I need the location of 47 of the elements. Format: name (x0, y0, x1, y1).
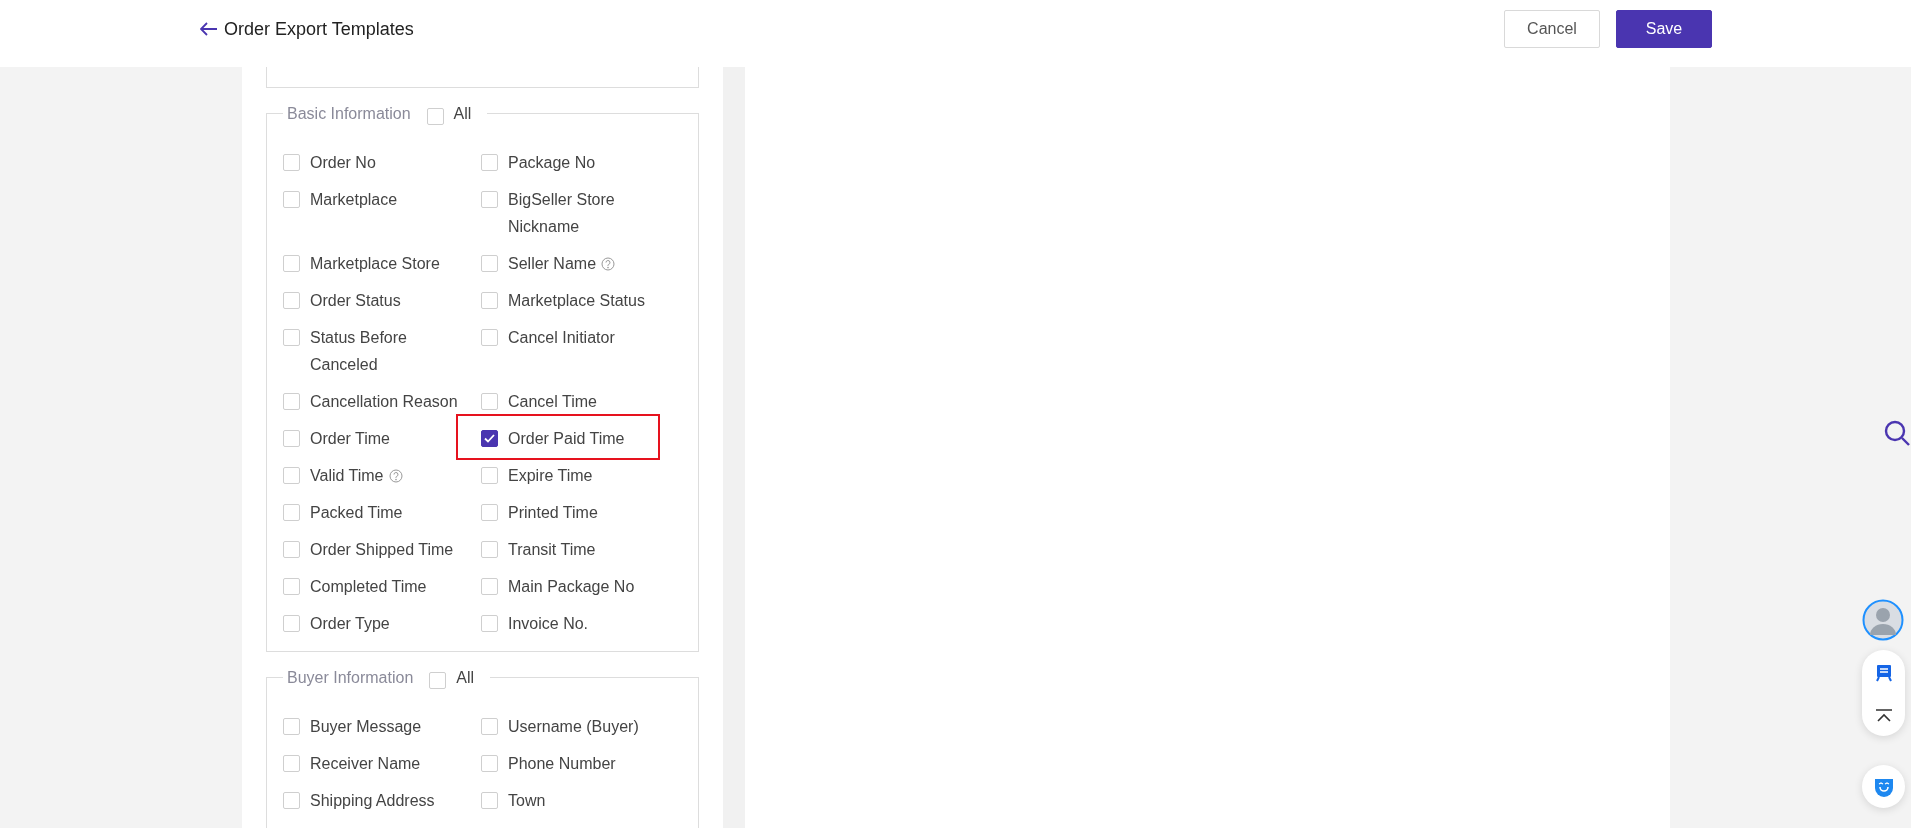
checkbox-label[interactable]: Order Type (310, 610, 390, 637)
checkbox-label[interactable]: Valid Time (310, 462, 403, 489)
checkbox-label[interactable]: BigSeller Store Nickname (508, 186, 690, 240)
checkbox-label[interactable]: Order Paid Time (508, 425, 625, 452)
checkbox-label[interactable]: Expire Time (508, 462, 593, 489)
checkbox-label[interactable]: Packed Time (310, 499, 403, 526)
checkbox-label[interactable]: Completed Time (310, 573, 427, 600)
checkbox-label[interactable]: Order No (310, 149, 376, 176)
board-icon[interactable] (1873, 663, 1894, 683)
checkbox-label[interactable]: Order Shipped Time (310, 536, 454, 563)
checkbox-label[interactable]: Status Before Canceled (310, 324, 473, 378)
checkbox-label[interactable]: Main Package No (508, 573, 635, 600)
checkbox-label[interactable]: Printed Time (508, 499, 598, 526)
search-icon[interactable] (1884, 420, 1911, 447)
checkbox-label[interactable]: Package No (508, 149, 596, 176)
checkbox-label[interactable]: All (453, 100, 472, 127)
back-to-top-icon[interactable] (1874, 709, 1893, 723)
checkbox-label[interactable]: Marketplace Store (310, 250, 440, 277)
checkbox-label[interactable]: Shipping Address (310, 787, 435, 814)
section-title: Buyer Information (287, 668, 414, 687)
checkbox-label[interactable]: Order Status (310, 287, 401, 314)
checkbox-label[interactable]: Cancellation Reason (310, 388, 458, 415)
checkbox-label[interactable]: Seller Name (508, 250, 616, 277)
save-button[interactable]: Save (1616, 10, 1712, 48)
checkbox-label[interactable]: Invoice No. (508, 610, 589, 637)
check-icon (484, 434, 495, 443)
avatar-icon[interactable] (1862, 599, 1904, 641)
checkbox-label[interactable]: Order Time (310, 425, 390, 452)
checkbox-label[interactable]: Town (508, 787, 546, 814)
page-title: Order Export Templates (224, 18, 414, 41)
checkbox-label[interactable]: All (456, 664, 475, 691)
section-title: Basic Information (287, 104, 411, 123)
help-icon[interactable] (601, 257, 616, 271)
checkbox-label[interactable]: Phone Number (508, 750, 616, 777)
checkbox-label[interactable]: Cancel Initiator (508, 324, 615, 351)
checkbox-label[interactable]: Marketplace (310, 186, 398, 213)
back-arrow-icon[interactable] (200, 22, 218, 36)
checkbox[interactable] (481, 430, 498, 447)
help-icon[interactable] (388, 469, 403, 483)
checkbox-label[interactable]: Username (Buyer) (508, 713, 639, 740)
checkbox-label[interactable]: Marketplace Status (508, 287, 645, 314)
assistant-button[interactable] (1862, 765, 1905, 808)
checkbox-label[interactable]: Receiver Name (310, 750, 421, 777)
checkbox-label[interactable]: Transit Time (508, 536, 596, 563)
cancel-button[interactable]: Cancel (1504, 10, 1600, 48)
checkbox-label[interactable]: Buyer Message (310, 713, 422, 740)
checkbox-label[interactable]: Cancel Time (508, 388, 597, 415)
